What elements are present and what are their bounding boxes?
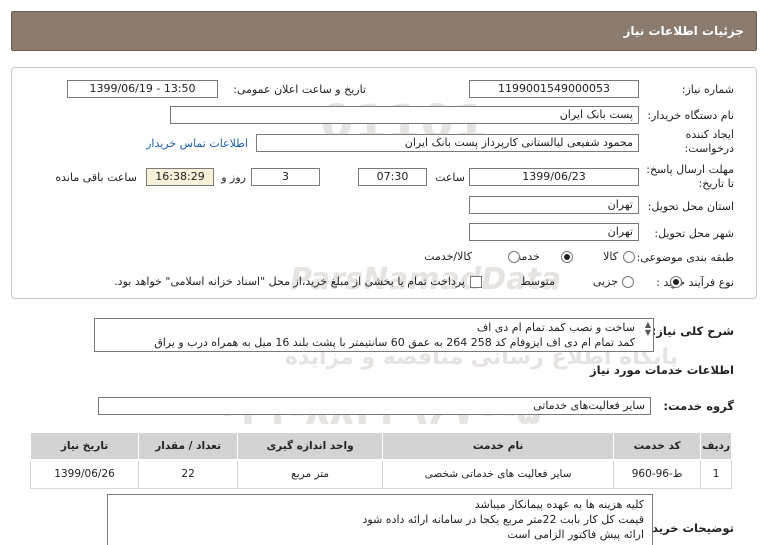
category-label: طبقه بندی موضوعی: [636,251,734,264]
remaining-label: ساعت باقی مانده [55,171,137,184]
page-header: جزئیات اطلاعات نیاز [11,11,757,51]
buyer-notes-line-3: ارائه پیش فاکتور الزامی است [507,528,644,541]
services-table: ردیف کد خدمت نام خدمت واحد اندازه گیری ت… [29,432,732,489]
deadline-label-1: مهلت ارسال پاسخ: [646,163,734,176]
description-line-1: ساخت و نصب کمد تمام ام دی اف [476,321,635,334]
need-number-label: شماره نیاز: [681,83,734,96]
buyer-label: نام دستگاه خریدار: [647,109,734,122]
province-field: تهران [469,196,639,214]
creator-label-1: ایجاد کننده [685,128,734,141]
deadline-date-field: 1399/06/23 [469,168,639,186]
cell-unit: متر مربع [237,459,384,489]
col-service-name: نام خدمت [382,432,615,460]
cell-service-name: سایر فعالیت های خدماتی شخصی [382,459,615,489]
treasury-payment-note: پرداخت تمام یا بخشی از مبلغ خرید،از محل … [114,275,465,288]
buyer-field: پست بانک ایران [170,106,639,124]
days-label: روز و [221,171,246,184]
creator-field: محمود شفیعی لیالستانی کارپرداز پست بانک … [256,134,639,152]
buyer-notes-line-1: کلیه هزینه ها به عهده پیمانکار میباشد [474,498,644,511]
process-option-minor: جزیی [592,275,618,288]
contact-buyer-link[interactable]: اطلاعات تماس خریدار [146,137,248,150]
city-field: تهران [469,223,639,241]
process-radio-minor[interactable] [669,276,682,288]
col-need-date: تاریخ نیاز [29,432,140,460]
service-group-label: گروه خدمت: [663,399,734,413]
col-index: ردیف [700,432,732,460]
process-label: نوع فرآیند خرید : [656,276,734,289]
province-label: استان محل تحویل: [647,200,734,213]
col-service-code: کد خدمت [613,432,702,460]
col-unit: واحد اندازه گیری [237,432,384,460]
deadline-time-field: 07:30 [358,168,427,186]
announce-field: 1399/06/19 - 13:50 [67,80,218,98]
category-radio-goods[interactable] [623,251,635,263]
buyer-notes-textarea[interactable]: کلیه هزینه ها به عهده پیمانکار میباشد قی… [107,494,653,545]
cell-index: 1 [700,459,732,489]
description-textarea[interactable]: ساخت و نصب کمد تمام ام دی اف کمد تمام ام… [94,318,654,352]
service-group-field: سایر فعالیت‌های خدماتی [98,397,651,415]
col-quantity: تعداد / مقدار [138,432,239,460]
table-row: 1 ط-96-960 سایر فعالیت های خدماتی شخصی م… [29,459,732,489]
creator-label-2: درخواست: [684,142,734,155]
page-title: جزئیات اطلاعات نیاز [623,24,744,38]
time-label: ساعت [435,171,465,184]
services-section-title: اطلاعات خدمات مورد نیاز [590,363,734,377]
deadline-label-2: تا تاریخ: [698,177,734,190]
days-field: 3 [251,168,320,186]
need-number-field: 1199001549000053 [469,80,639,98]
remaining-time-field: 16:38:29 [146,168,214,186]
description-label: شرح کلی نیاز: [651,324,734,338]
cell-service-code: ط-96-960 [613,459,702,489]
process-radio-medium[interactable] [622,276,634,288]
category-option-goods-service: کالا/خدمت [424,250,472,263]
cell-quantity: 22 [138,459,239,489]
cell-need-date: 1399/06/26 [29,459,140,489]
scroll-arrows-icon[interactable]: ▲ ▼ [645,321,651,337]
category-radio-goods-service[interactable] [508,251,520,263]
buyer-notes-line-2: قیمت کل کار بابت 22متر مربع یکجا در ساما… [362,513,644,526]
announce-label: تاریخ و ساعت اعلان عمومی: [233,83,366,96]
category-radio-service[interactable] [560,251,573,263]
category-option-goods: کالا [603,250,618,263]
description-line-2: کمد تمام ام دی اف ایزوفام کد 258 264 به … [154,336,635,349]
table-header-row: ردیف کد خدمت نام خدمت واحد اندازه گیری ت… [29,432,732,460]
treasury-payment-checkbox[interactable] [470,276,482,288]
process-option-medium: متوسط [520,275,555,288]
city-label: شهر محل تحویل: [654,227,734,240]
